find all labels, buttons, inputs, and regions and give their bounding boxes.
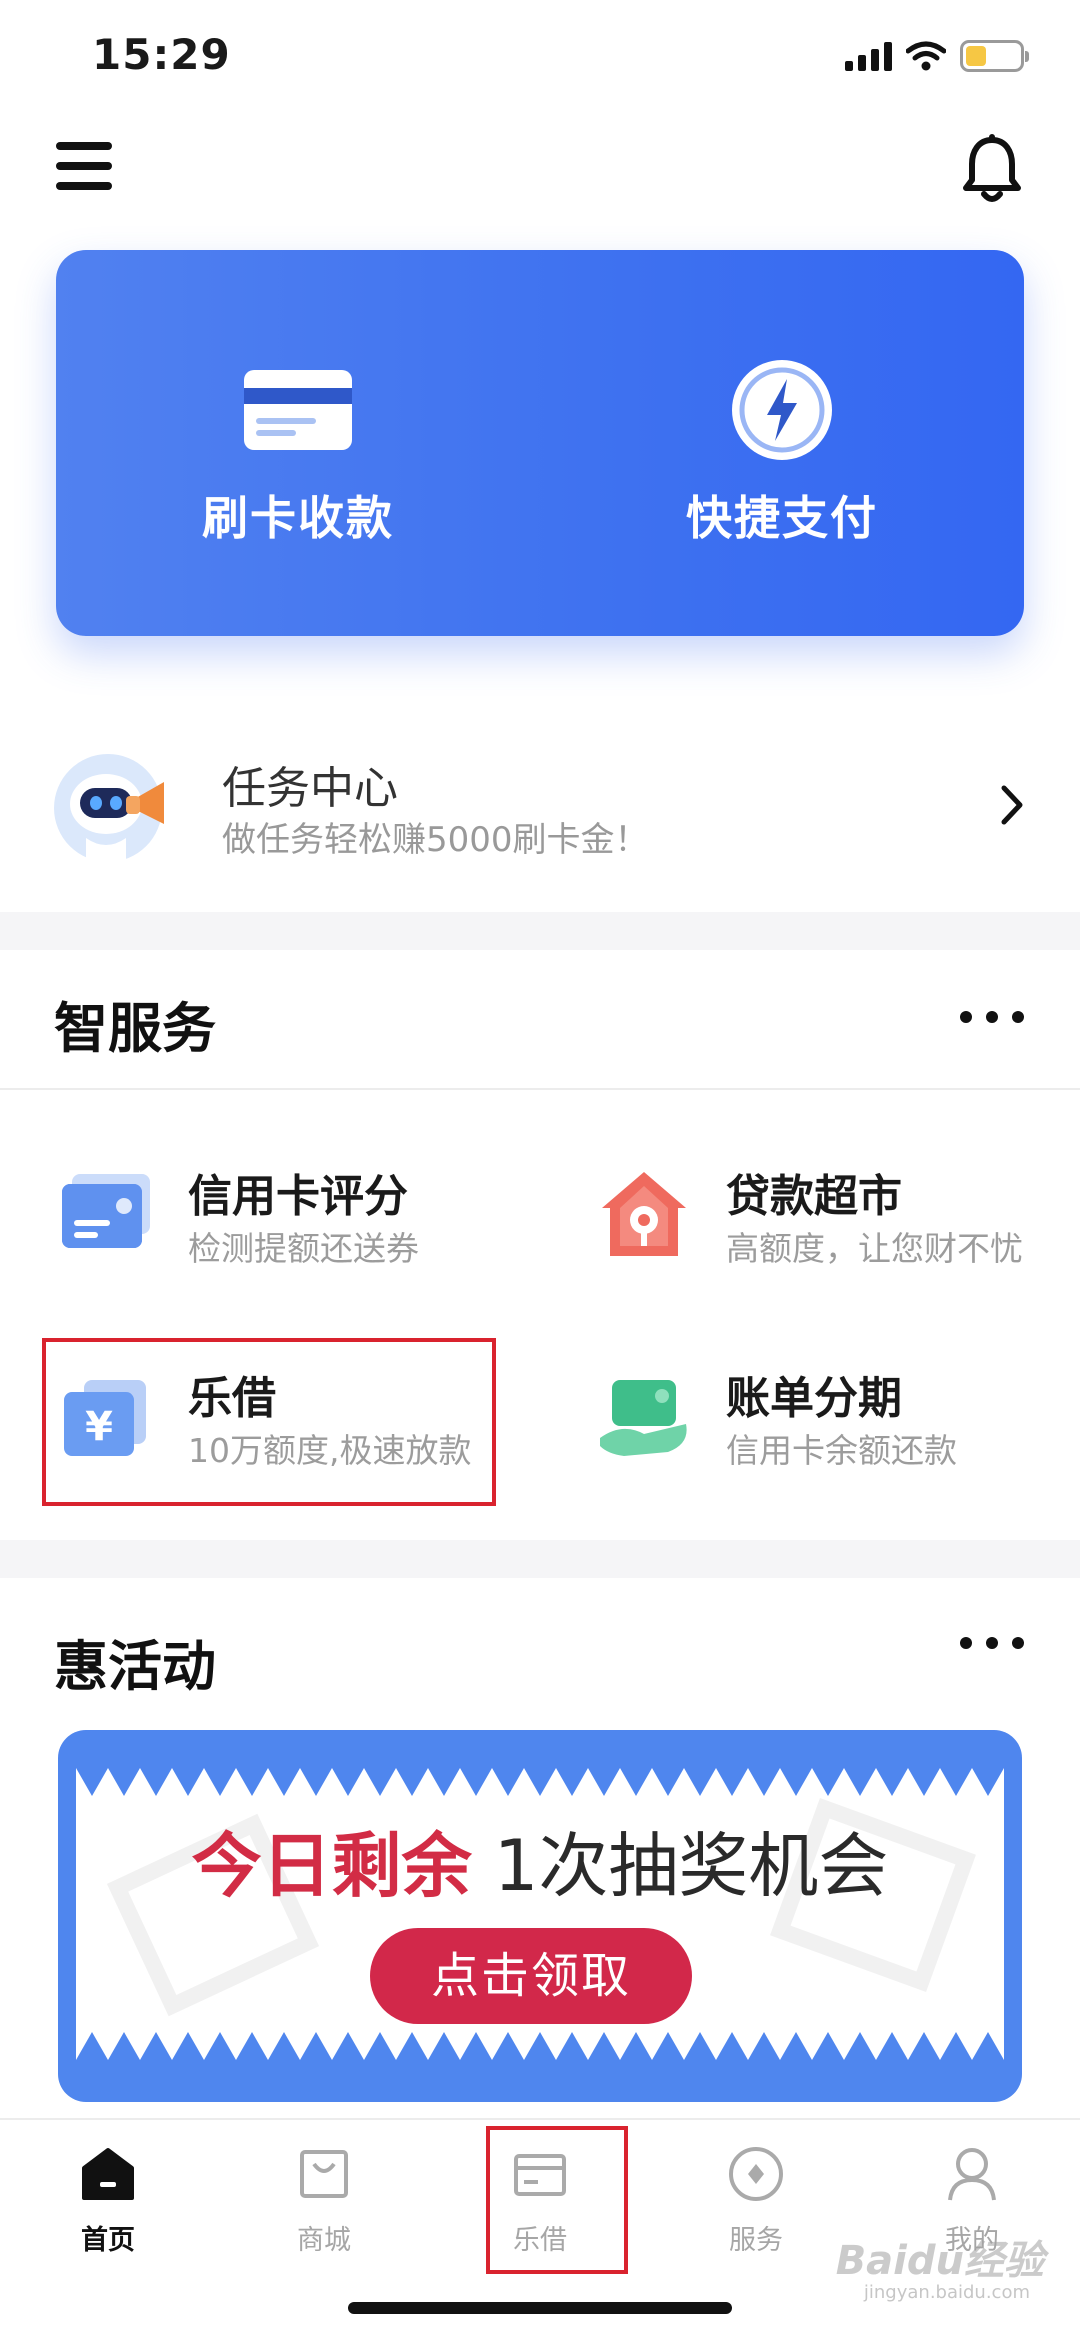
wifi-icon: [906, 41, 946, 71]
quick-actions-card: 刷卡收款 快捷支付: [56, 250, 1024, 636]
task-center-subtitle: 做任务轻松赚5000刷卡金！: [222, 820, 649, 860]
service-subtitle: 检测提额还送券: [188, 1229, 419, 1268]
baidu-watermark-url: jingyan.baidu.com: [863, 2282, 1030, 2303]
highlight-lejie-tab: [486, 2126, 628, 2274]
chevron-right-icon: [1001, 785, 1023, 825]
smart-services-more-icon[interactable]: [960, 1011, 1024, 1025]
bill-installment-icon: [600, 1380, 687, 1456]
promo-text: 1次抽奖机会: [493, 1825, 889, 1907]
activities-title: 惠活动: [54, 1635, 216, 1698]
signal-icon: [845, 41, 892, 71]
card-swipe-button[interactable]: 刷卡收款: [56, 250, 540, 636]
profile-icon: [940, 2142, 1004, 2206]
battery-icon: [960, 40, 1029, 72]
tab-label: 首页: [81, 2225, 135, 2256]
quick-pay-label: 快捷支付: [686, 491, 878, 545]
menu-icon[interactable]: [56, 142, 112, 190]
service-subtitle: 信用卡余额还款: [726, 1431, 957, 1470]
tab-service[interactable]: 服务: [648, 2142, 864, 2282]
service-title: 贷款超市: [726, 1171, 902, 1222]
service-credit-card-score[interactable]: 信用卡评分 检测提额还送券: [58, 1160, 558, 1280]
claim-button[interactable]: 点击领取: [370, 1928, 692, 2024]
top-bar: [0, 130, 1080, 210]
status-time: 15:29: [92, 30, 231, 79]
section-hairline: [0, 1088, 1080, 1090]
tab-mall[interactable]: 商城: [216, 2142, 432, 2282]
service-subtitle: 高额度，让您财不忧: [726, 1229, 1023, 1268]
shopping-bag-icon: [292, 2142, 356, 2206]
service-loan-market[interactable]: 贷款超市 高额度，让您财不忧: [596, 1160, 1080, 1280]
loan-market-icon: [602, 1172, 686, 1256]
section-divider: [0, 912, 1080, 950]
service-title: 信用卡评分: [188, 1171, 408, 1222]
lottery-promo-banner[interactable]: 今日剩余 1次抽奖机会 点击领取: [58, 1730, 1022, 2102]
lightning-icon: [726, 358, 838, 462]
status-icons: [845, 40, 1029, 72]
tab-home[interactable]: 首页: [0, 2142, 216, 2282]
task-center-title: 任务中心: [222, 763, 398, 814]
promo-highlight: 今日剩余: [191, 1825, 472, 1907]
tab-label: 商城: [297, 2225, 351, 2256]
home-indicator[interactable]: [348, 2302, 732, 2314]
robot-mascot-icon: [54, 754, 164, 862]
quick-pay-button[interactable]: 快捷支付: [540, 250, 1024, 636]
card-swipe-label: 刷卡收款: [202, 491, 394, 545]
status-bar: 15:29: [0, 0, 1080, 120]
credit-card-score-icon: [62, 1174, 150, 1248]
highlight-lejie-service: [42, 1338, 496, 1506]
task-center-row[interactable]: 任务中心 做任务轻松赚5000刷卡金！: [0, 730, 1080, 880]
service-icon: [724, 2142, 788, 2206]
bell-icon[interactable]: [960, 134, 1024, 206]
smart-services-title: 智服务: [54, 997, 216, 1060]
card-icon: [242, 358, 354, 462]
home-icon: [76, 2142, 140, 2206]
promo-headline: 今日剩余 1次抽奖机会: [58, 1810, 1022, 1911]
tab-label: 服务: [729, 2225, 783, 2256]
service-title: 账单分期: [726, 1373, 902, 1424]
activities-more-icon[interactable]: [960, 1637, 1024, 1651]
section-divider: [0, 1540, 1080, 1578]
service-bill-installment[interactable]: 账单分期 信用卡余额还款: [596, 1362, 1080, 1482]
baidu-watermark: Baidu经验: [835, 2238, 1044, 2284]
